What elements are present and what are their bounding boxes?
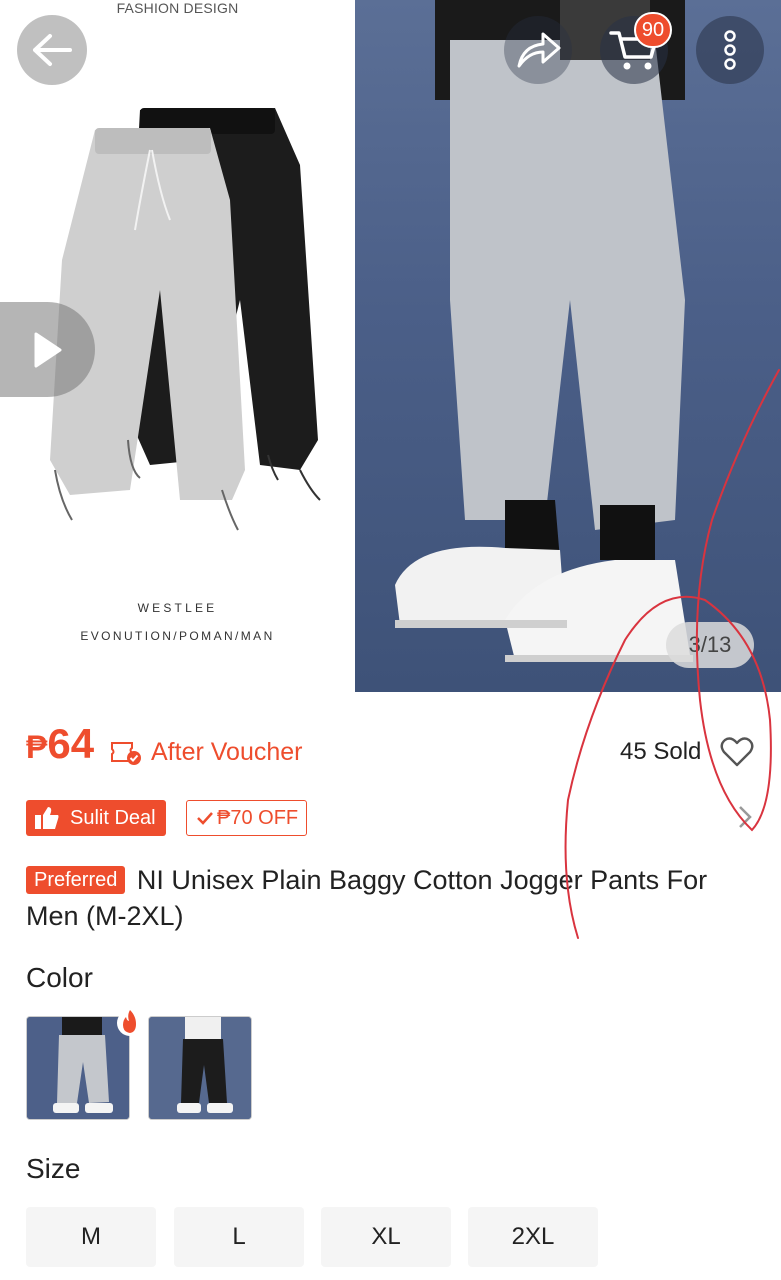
play-video-button[interactable] (0, 302, 95, 397)
color-swatch-grey[interactable] (26, 1016, 130, 1120)
share-button[interactable] (504, 16, 572, 84)
product-price: ₱ 64 (26, 720, 94, 768)
heart-icon[interactable] (720, 736, 754, 768)
color-swatch-black[interactable] (148, 1016, 252, 1120)
sold-count: 45 Sold (620, 738, 702, 765)
black-pants-thumbnail (149, 1017, 251, 1119)
check-icon (197, 812, 213, 825)
size-option-2xl[interactable]: 2XL (468, 1207, 598, 1267)
sulit-deal-badge[interactable]: Sulit Deal (26, 800, 166, 836)
after-voucher-label: After Voucher (151, 738, 303, 766)
price-amount: 64 (47, 720, 95, 767)
color-label: Color (26, 962, 93, 993)
play-icon (34, 332, 61, 367)
voucher-off-tag[interactable]: ₱70 OFF (186, 800, 308, 836)
share-icon (517, 32, 561, 68)
size-label: Size (26, 1153, 81, 1184)
chevron-right-icon[interactable] (737, 804, 753, 830)
voucher-off-label: ₱70 OFF (217, 806, 299, 829)
product-image-gallery[interactable]: FASHION DESIGN WESTLEE EVONUTION/POMAN/M… (0, 0, 781, 692)
currency-symbol: ₱ (26, 729, 48, 765)
hot-flame-icon (117, 1010, 143, 1036)
back-arrow-icon (33, 34, 72, 66)
brand-name: WESTLEE (137, 601, 218, 615)
model-illustration (395, 0, 693, 662)
preferred-badge: Preferred (26, 866, 126, 894)
product-title-text: NI Unisex Plain Baggy Cotton Jogger Pant… (26, 865, 708, 931)
brand-tagline: EVONUTION/POMAN/MAN (80, 629, 275, 643)
size-option-m[interactable]: M (26, 1207, 156, 1267)
size-option-xl[interactable]: XL (321, 1207, 451, 1267)
product-title: Preferred NI Unisex Plain Baggy Cotton J… (26, 862, 756, 934)
size-option-l[interactable]: L (174, 1207, 304, 1267)
back-button[interactable] (17, 15, 87, 85)
sulit-deal-label: Sulit Deal (70, 806, 156, 829)
thumbs-up-icon (35, 807, 59, 829)
image-counter: 3/13 (666, 622, 754, 668)
product-image-right (355, 0, 781, 692)
more-icon (724, 30, 736, 70)
voucher-ticket-icon (111, 742, 141, 765)
more-options-button[interactable] (696, 16, 764, 84)
cart-count-badge: 90 (634, 12, 672, 48)
grey-pants-thumbnail (27, 1017, 129, 1119)
